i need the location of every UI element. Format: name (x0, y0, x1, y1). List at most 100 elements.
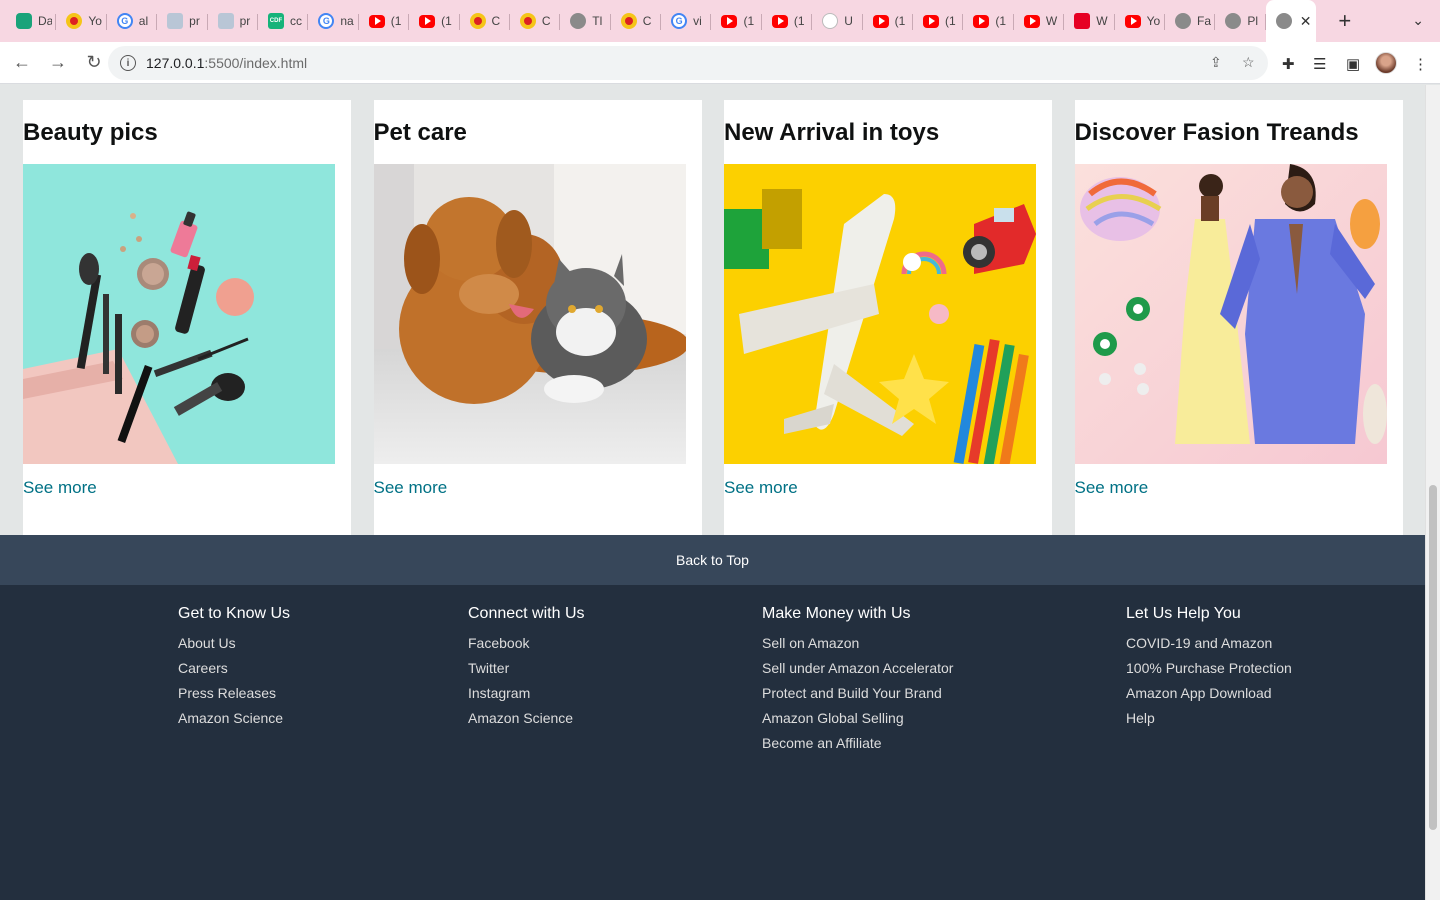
star-icon[interactable]: ☆ (1242, 54, 1255, 71)
share-icon[interactable]: ⇪ (1210, 54, 1222, 71)
tab-title: U (844, 14, 853, 28)
url-path: :5500/index.html (204, 55, 308, 71)
browser-tab[interactable]: CDF cc (258, 0, 309, 42)
footer-column: Connect with Us Facebook Twitter Instagr… (468, 604, 585, 731)
footer-link[interactable]: Help (1126, 706, 1292, 731)
browser-tab[interactable]: (1 (409, 0, 460, 42)
see-more-link[interactable]: See more (724, 478, 798, 498)
google-icon: G (116, 13, 133, 29)
footer-link[interactable]: Facebook (468, 631, 585, 656)
address-bar[interactable]: i 127.0.0.1:5500/index.html ⇪ ☆ (108, 46, 1268, 80)
category-card: New Arrival in toys See more (724, 100, 1052, 535)
footer-link[interactable]: Amazon App Download (1126, 681, 1292, 706)
footer-link[interactable]: Instagram (468, 681, 585, 706)
back-to-top-button[interactable]: Back to Top (0, 535, 1425, 585)
footer-link[interactable]: 100% Purchase Protection (1126, 656, 1292, 681)
dog-and-cat-image[interactable] (373, 164, 686, 464)
browser-tab[interactable]: (1 (711, 0, 763, 42)
tab-title: C (541, 14, 551, 28)
info-icon[interactable]: i (120, 55, 136, 71)
tab-strip: Da Yo Gal pr pr CDF cc Gna (1 (1 C C Tl C… (0, 0, 1440, 42)
browser-tab[interactable]: U (812, 0, 864, 42)
browser-tab[interactable]: C (510, 0, 561, 42)
tab-title: (1 (793, 14, 805, 28)
beauty-products-image[interactable] (23, 164, 335, 464)
site-footer: Get to Know Us About Us Careers Press Re… (0, 585, 1425, 900)
tab-title: (1 (390, 14, 402, 28)
tab-title: vi (693, 14, 702, 28)
footer-heading: Connect with Us (468, 605, 585, 622)
card-title: New Arrival in toys (724, 119, 940, 146)
tab-title: pr (239, 14, 251, 28)
footer-link[interactable]: Sell on Amazon (762, 631, 953, 656)
browser-tab[interactable]: Gal (107, 0, 158, 42)
footer-link[interactable]: Press Releases (178, 681, 290, 706)
side-panel-icon[interactable]: ▣ (1346, 55, 1360, 73)
browser-tab[interactable]: (1 (913, 0, 964, 42)
reload-icon[interactable]: ↻ (78, 47, 110, 79)
footer-link[interactable]: Amazon Science (178, 706, 290, 731)
url-text[interactable]: 127.0.0.1:5500/index.html (146, 55, 307, 71)
see-more-link[interactable]: See more (23, 478, 97, 498)
see-more-link[interactable]: See more (1075, 478, 1149, 498)
forward-arrow-icon[interactable]: → (42, 47, 74, 79)
footer-link[interactable]: Amazon Science (468, 706, 585, 731)
active-browser-tab[interactable]: ✕ (1265, 0, 1316, 42)
profile-avatar[interactable] (1375, 52, 1397, 74)
fashion-image[interactable] (1074, 164, 1387, 464)
browser-tab[interactable]: Pl (1215, 0, 1267, 42)
browser-tab[interactable]: Yo (1115, 0, 1166, 42)
browser-tab[interactable]: pr (157, 0, 208, 42)
shield-icon (16, 13, 32, 29)
tab-title: pr (189, 14, 200, 28)
browser-tab[interactable]: (1 (963, 0, 1015, 42)
kebab-menu-icon[interactable]: ⋮ (1413, 55, 1428, 73)
footer-link[interactable]: Protect and Build Your Brand (762, 681, 953, 706)
browser-tab[interactable]: W (1014, 0, 1065, 42)
close-tab-icon[interactable]: ✕ (1300, 13, 1312, 30)
footer-link[interactable]: COVID-19 and Amazon (1126, 631, 1292, 656)
browser-tab[interactable]: C (460, 0, 511, 42)
youtube-icon (1124, 14, 1141, 28)
back-arrow-icon[interactable]: ← (6, 47, 38, 79)
browser-tab[interactable]: Fa (1165, 0, 1216, 42)
globe-icon (1275, 13, 1292, 29)
toys-image[interactable] (724, 164, 1036, 464)
footer-link[interactable]: Careers (178, 656, 290, 681)
vertical-scrollbar[interactable] (1425, 85, 1440, 900)
footer-link[interactable]: Sell under Amazon Accelerator (762, 656, 953, 681)
browser-tab[interactable]: Gvi (661, 0, 712, 42)
browser-tab[interactable]: Da (6, 0, 57, 42)
browser-tab[interactable]: (1 (762, 0, 813, 42)
footer-column: Make Money with Us Sell on Amazon Sell u… (762, 604, 953, 756)
see-more-link[interactable]: See more (374, 478, 448, 498)
new-tab-icon[interactable]: + (1330, 8, 1360, 34)
google-icon: G (671, 13, 688, 29)
browser-tab[interactable]: Gna (308, 0, 360, 42)
youtube-icon (923, 14, 940, 28)
category-card: Discover Fasion Treands See more (1074, 100, 1403, 535)
extensions-icon[interactable]: ✚ (1282, 55, 1295, 73)
media-control-icon[interactable]: ☰ (1313, 55, 1326, 73)
browser-tab[interactable]: Tl (560, 0, 612, 42)
category-card: Beauty pics See more (23, 100, 351, 535)
footer-column: Let Us Help You COVID-19 and Amazon 100%… (1126, 604, 1292, 731)
browser-tab[interactable]: W (1064, 0, 1115, 42)
browser-tab[interactable]: C (611, 0, 662, 42)
url-host: 127.0.0.1 (146, 55, 205, 71)
browser-tab[interactable]: (1 (359, 0, 410, 42)
footer-link[interactable]: About Us (178, 631, 290, 656)
footer-link[interactable]: Become an Affiliate (762, 731, 953, 756)
footer-link-list: About Us Careers Press Releases Amazon S… (178, 631, 290, 731)
card-title: Discover Fasion Treands (1074, 119, 1359, 146)
pinterest-icon (1074, 13, 1091, 29)
browser-tab[interactable]: (1 (863, 0, 914, 42)
chevron-down-icon[interactable]: ⌄ (1412, 12, 1424, 29)
browser-tab[interactable]: Yo (56, 0, 108, 42)
github-icon (822, 13, 839, 29)
scrollbar-thumb[interactable] (1429, 485, 1437, 830)
footer-link-list: Sell on Amazon Sell under Amazon Acceler… (762, 631, 953, 756)
footer-link[interactable]: Twitter (468, 656, 585, 681)
browser-tab[interactable]: pr (208, 0, 259, 42)
footer-link[interactable]: Amazon Global Selling (762, 706, 953, 731)
